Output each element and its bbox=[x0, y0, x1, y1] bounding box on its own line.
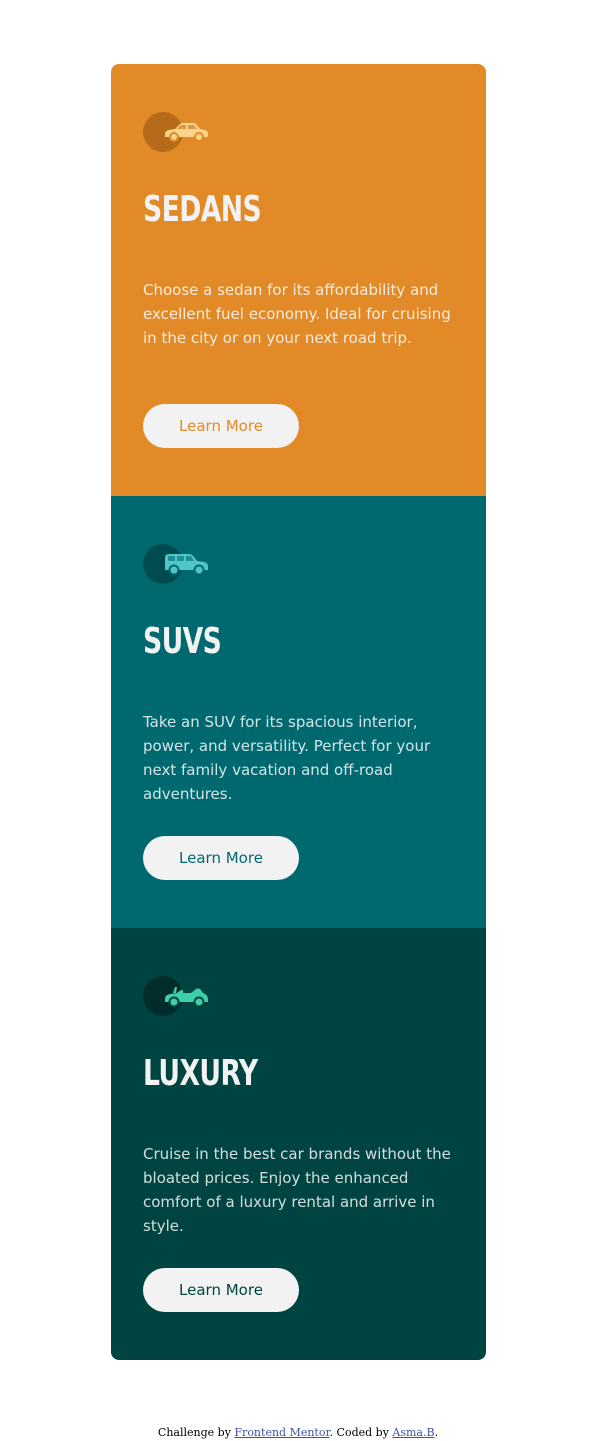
suv-icon bbox=[143, 544, 208, 584]
card-description: Cruise in the best car brands without th… bbox=[143, 1145, 451, 1235]
card-description: Choose a sedan for its affordability and… bbox=[143, 281, 451, 347]
suv-car-shape bbox=[165, 554, 208, 576]
attribution: Challenge by Frontend Mentor. Coded by A… bbox=[0, 1426, 596, 1440]
frontend-mentor-link[interactable]: Frontend Mentor bbox=[234, 1426, 329, 1439]
attribution-prefix: Challenge by bbox=[157, 1426, 235, 1439]
card-sedans: SEDANS Choose a sedan for its affordabil… bbox=[111, 64, 486, 496]
attribution-suffix: . bbox=[434, 1426, 439, 1439]
learn-more-button[interactable]: Learn More bbox=[143, 1268, 299, 1312]
card-title: LUXURY bbox=[143, 1053, 258, 1094]
card-luxury: LUXURY Cruise in the best car brands wit… bbox=[111, 928, 486, 1360]
learn-more-button[interactable]: Learn More bbox=[143, 836, 299, 880]
card-suvs: SUVS Take an SUV for its spacious interi… bbox=[111, 496, 486, 928]
card-description: Take an SUV for its spacious interior, p… bbox=[143, 713, 431, 803]
luxury-car-shape bbox=[165, 987, 208, 1008]
sedan-icon bbox=[143, 112, 208, 152]
luxury-car-icon bbox=[143, 976, 208, 1016]
card-title: SEDANS bbox=[143, 189, 262, 230]
attribution-middle: . Coded by bbox=[329, 1426, 393, 1439]
learn-more-button[interactable]: Learn More bbox=[143, 404, 299, 448]
sedan-car-shape bbox=[165, 123, 208, 142]
author-link[interactable]: Asma.B bbox=[392, 1426, 434, 1439]
card-title: SUVS bbox=[143, 621, 222, 662]
card-group: SEDANS Choose a sedan for its affordabil… bbox=[111, 64, 486, 1360]
